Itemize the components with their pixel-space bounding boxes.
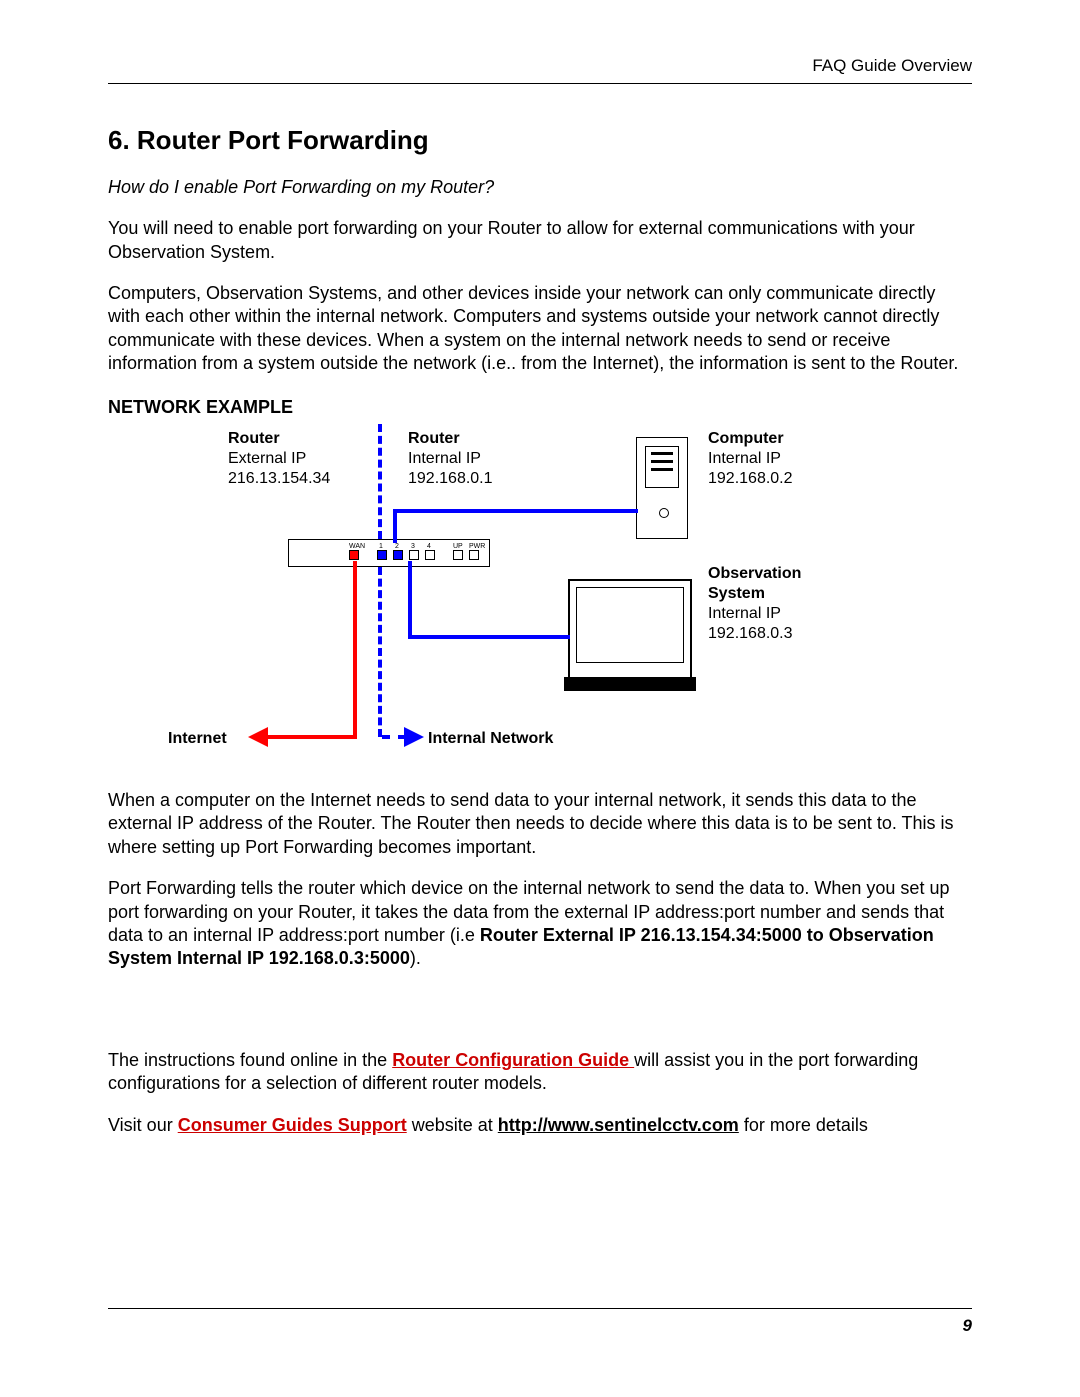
observation-system-label: Observation System Internal IP 192.168.0… xyxy=(708,564,801,644)
label-text: System xyxy=(708,584,801,604)
port-label: PWR xyxy=(469,543,477,550)
lan-port-icon xyxy=(377,550,387,560)
network-example-heading: NETWORK EXAMPLE xyxy=(108,396,972,419)
status-port-icon xyxy=(469,550,479,560)
sentinel-url-link[interactable]: http://www.sentinelcctv.com xyxy=(498,1115,739,1135)
network-boundary-line xyxy=(378,567,382,737)
consumer-guides-link[interactable]: Consumer Guides Support xyxy=(178,1115,407,1135)
router-internal-label: Router Internal IP 192.168.0.1 xyxy=(408,429,493,489)
external-connection-line xyxy=(266,735,354,739)
port-label: 3 xyxy=(409,543,417,550)
internet-label: Internet xyxy=(168,729,227,749)
label-text: External IP xyxy=(228,449,330,469)
computer-tower-icon xyxy=(636,437,688,539)
spacer xyxy=(108,989,972,1049)
port-label: 2 xyxy=(393,543,401,550)
running-header: FAQ Guide Overview xyxy=(108,55,972,77)
text-span: Visit our xyxy=(108,1115,178,1135)
arrow-left-icon xyxy=(248,727,268,747)
label-text: Internal IP xyxy=(408,449,493,469)
text-span: The instructions found online in the xyxy=(108,1050,392,1070)
status-port-icon xyxy=(453,550,463,560)
label-text: Computer xyxy=(708,429,793,449)
label-text: Observation xyxy=(708,564,801,584)
wan-port-icon xyxy=(349,550,359,560)
lan-port-icon xyxy=(393,550,403,560)
label-text: 216.13.154.34 xyxy=(228,469,330,489)
port-label: 4 xyxy=(425,543,433,550)
internal-connection-line xyxy=(408,635,570,639)
internal-connection-line xyxy=(393,509,638,513)
label-text: Router xyxy=(228,429,330,449)
section-heading: 6. Router Port Forwarding xyxy=(108,124,972,158)
arrow-right-icon xyxy=(404,727,424,747)
footer-rule xyxy=(108,1308,972,1309)
document-page: FAQ Guide Overview 6. Router Port Forwar… xyxy=(0,0,1080,1397)
internal-connection-line xyxy=(393,509,397,543)
label-text: 192.168.0.1 xyxy=(408,469,493,489)
router-device-icon: WAN 1 2 3 4 UP PWR xyxy=(288,539,490,567)
paragraph-visit: Visit our Consumer Guides Support websit… xyxy=(108,1114,972,1137)
port-label: 1 xyxy=(377,543,385,550)
external-connection-line xyxy=(353,561,357,739)
network-boundary-line xyxy=(378,424,382,539)
label-text: Internal IP xyxy=(708,604,801,624)
label-text: Router xyxy=(408,429,493,449)
text-span: for more details xyxy=(739,1115,868,1135)
label-text: Internal IP xyxy=(708,449,793,469)
network-boundary-line xyxy=(382,735,406,739)
computer-label: Computer Internal IP 192.168.0.2 xyxy=(708,429,793,489)
router-external-label: Router External IP 216.13.154.34 xyxy=(228,429,330,489)
router-config-guide-link[interactable]: Router Configuration Guide xyxy=(392,1050,634,1070)
internal-connection-line xyxy=(408,561,412,639)
label-text: 192.168.0.2 xyxy=(708,469,793,489)
paragraph-instructions: The instructions found online in the Rou… xyxy=(108,1049,972,1096)
text-span: ). xyxy=(410,948,421,968)
network-diagram: Router External IP 216.13.154.34 Router … xyxy=(168,429,868,779)
header-rule xyxy=(108,83,972,84)
observation-monitor-icon xyxy=(568,579,692,683)
label-text: 192.168.0.3 xyxy=(708,624,801,644)
page-number: 9 xyxy=(108,1315,972,1337)
paragraph-explain-1: When a computer on the Internet needs to… xyxy=(108,789,972,859)
section-subtitle: How do I enable Port Forwarding on my Ro… xyxy=(108,176,972,199)
paragraph-intro-2: Computers, Observation Systems, and othe… xyxy=(108,282,972,376)
text-span: website at xyxy=(407,1115,498,1135)
port-label: WAN xyxy=(349,543,357,550)
lan-port-icon xyxy=(425,550,435,560)
lan-port-icon xyxy=(409,550,419,560)
paragraph-intro-1: You will need to enable port forwarding … xyxy=(108,217,972,264)
page-footer: 9 xyxy=(108,1308,972,1337)
port-label: UP xyxy=(453,543,461,550)
internal-network-label: Internal Network xyxy=(428,729,553,749)
paragraph-explain-2: Port Forwarding tells the router which d… xyxy=(108,877,972,971)
